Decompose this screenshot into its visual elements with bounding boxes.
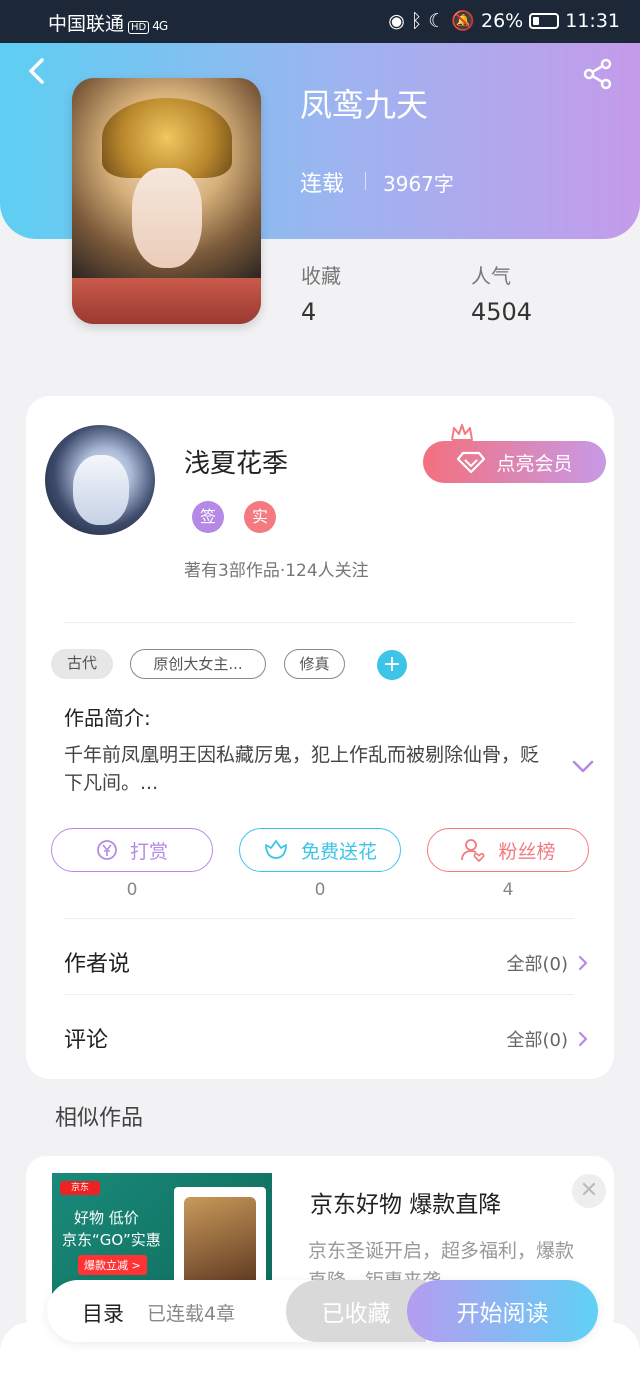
yen-icon: [97, 840, 117, 860]
status-right: ◉ ᛒ ☾ 🔕 26% 11:31: [388, 9, 620, 33]
collected-button[interactable]: 已收藏: [286, 1280, 426, 1342]
jd-logo: 京东: [60, 1181, 100, 1195]
word-count: 3967字: [383, 172, 454, 196]
intro-text: 千年前凤凰明王因私藏厉鬼，犯上作乱而被剔除仙骨，贬下凡间。...: [64, 744, 540, 794]
author-name[interactable]: 浅夏花季: [184, 443, 288, 480]
stat-favorites-value: 4: [301, 298, 317, 326]
chapter-count: 已连载4章: [147, 1303, 236, 1325]
fan-icon: [461, 839, 485, 863]
vip-label: 点亮会员: [496, 452, 573, 475]
bluetooth-icon: ᛒ: [410, 9, 423, 32]
fan-count: 4: [502, 880, 514, 900]
verified-badge: 实: [244, 501, 276, 533]
divider: [64, 622, 574, 623]
stat-popularity-value: 4504: [471, 298, 533, 326]
mute-icon: 🔕: [451, 10, 475, 32]
book-cover[interactable]: [72, 78, 261, 324]
author-meta: 著有3部作品·124人关注: [184, 561, 369, 581]
battery-icon: [529, 12, 560, 29]
stat-favorites-label: 收藏: [301, 264, 341, 288]
status-bar: 中国联通 HD 4G ◉ ᛒ ☾ 🔕 26% 11:31: [0, 0, 640, 43]
book-title: 凤鸾九天: [300, 86, 429, 124]
carrier-label: 中国联通 HD 4G: [48, 13, 168, 35]
signed-badge: 签: [192, 501, 224, 533]
fan-rank-label: 粉丝榜: [498, 840, 556, 863]
chevron-right-icon: [578, 955, 588, 971]
tip-count: 0: [126, 880, 138, 900]
flower-icon: [265, 840, 287, 859]
signal-icon: 4G: [152, 19, 168, 33]
stat-popularity-label: 人气: [471, 264, 511, 288]
tag-xiuzhen[interactable]: 修真: [284, 649, 345, 679]
close-icon[interactable]: ✕: [572, 1174, 606, 1208]
back-button[interactable]: [24, 56, 52, 86]
vip-button[interactable]: 点亮会员: [423, 441, 606, 483]
hd-icon: HD: [128, 21, 150, 34]
back-arrow-icon: [29, 58, 44, 84]
chevron-right-icon: [578, 1031, 588, 1047]
battery-percent: 26%: [481, 9, 524, 32]
send-flower-label: 免费送花: [300, 840, 377, 863]
start-reading-button[interactable]: 开始阅读: [407, 1280, 598, 1342]
author-says-all[interactable]: 全部(0): [507, 950, 589, 976]
clock: 11:31: [565, 9, 620, 32]
chevron-down-icon[interactable]: [570, 756, 596, 776]
send-flower-button[interactable]: 免费送花: [239, 828, 401, 872]
eye-icon: ◉: [388, 9, 405, 32]
divider: [365, 172, 366, 190]
divider: [64, 994, 574, 995]
flower-count: 0: [314, 880, 326, 900]
divider: [64, 918, 574, 919]
tip-button[interactable]: 打赏: [51, 828, 213, 872]
diamond-icon: [457, 451, 486, 474]
add-tag-button[interactable]: +: [377, 650, 407, 680]
book-status: 连载: [300, 172, 345, 197]
author-says-title[interactable]: 作者说: [64, 946, 130, 978]
comments-title[interactable]: 评论: [64, 1022, 108, 1054]
fan-rank-button[interactable]: 粉丝榜: [427, 828, 589, 872]
similar-works-title: 相似作品: [55, 1106, 144, 1131]
comments-all[interactable]: 全部(0): [507, 1026, 589, 1052]
intro-title: 作品简介:: [64, 706, 151, 730]
share-icon: [583, 58, 612, 90]
tag-ancient[interactable]: 古代: [51, 649, 113, 679]
ad-title[interactable]: 京东好物 爆款直降: [310, 1185, 501, 1219]
tip-label: 打赏: [129, 840, 168, 863]
author-avatar[interactable]: [45, 425, 155, 535]
toc-button[interactable]: 目录: [82, 1298, 124, 1328]
tag-original[interactable]: 原创大女主...: [130, 649, 266, 679]
share-button[interactable]: [582, 58, 614, 90]
moon-icon: ☾: [428, 9, 446, 32]
